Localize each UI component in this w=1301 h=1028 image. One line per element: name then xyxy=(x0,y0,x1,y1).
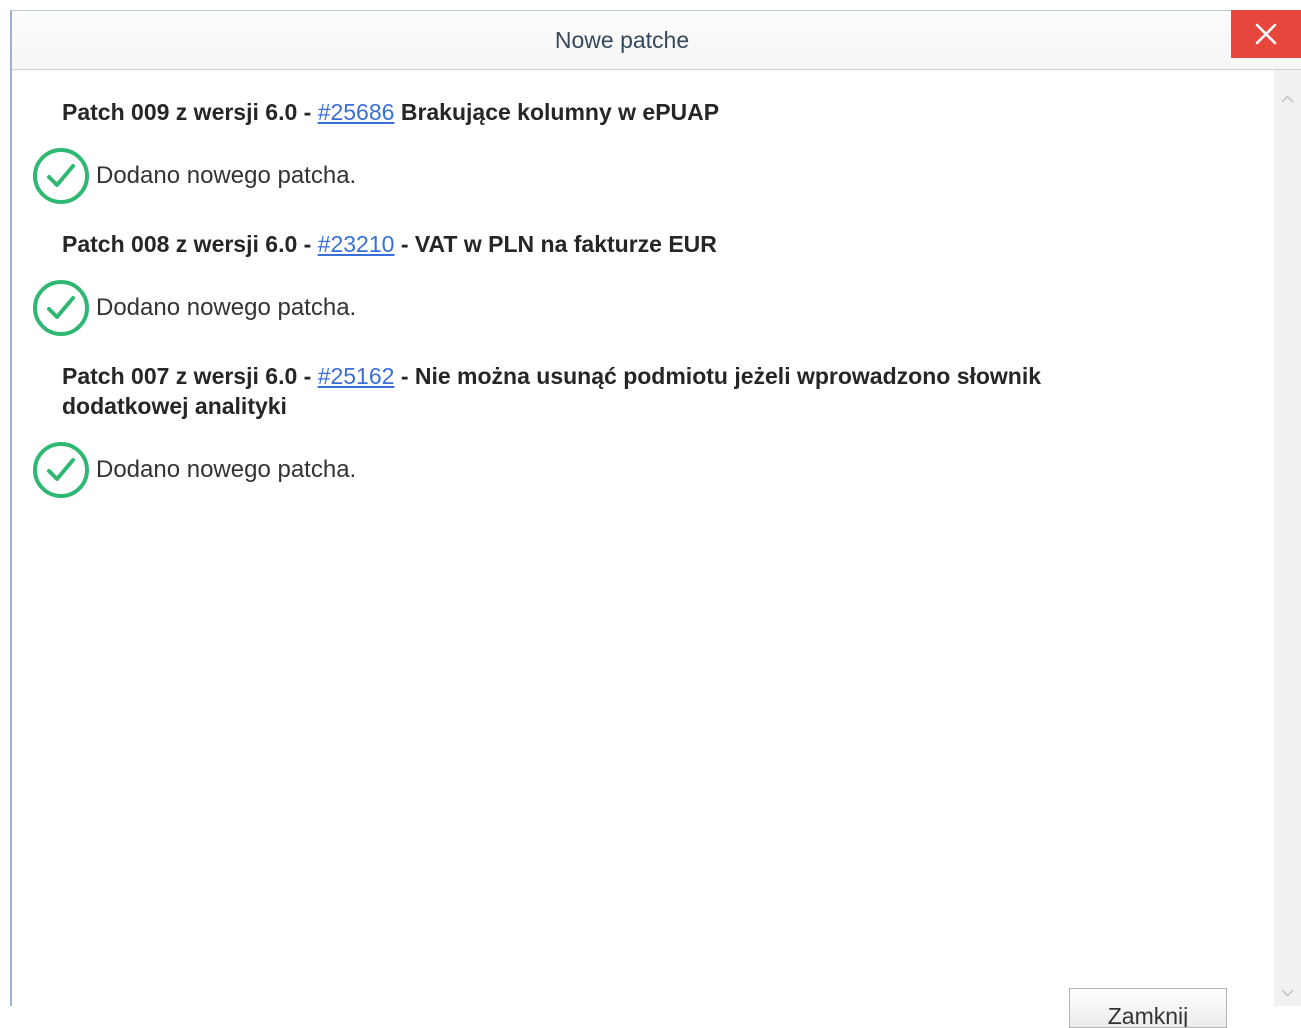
patch-title: Patch 008 z wersji 6.0 - #23210 - VAT w … xyxy=(62,229,1172,259)
dialog-title: Nowe patche xyxy=(554,27,690,53)
patch-title-prefix: Patch 008 z wersji 6.0 - xyxy=(62,231,318,257)
patch-list: Patch 009 z wersji 6.0 - #25686 Brakując… xyxy=(12,70,1274,1028)
close-dialog-button[interactable]: Zamknij xyxy=(1069,988,1227,1028)
patch-item: Patch 008 z wersji 6.0 - #23210 - VAT w … xyxy=(62,229,1172,259)
status-text: Dodano nowego patcha. xyxy=(96,162,357,189)
dialog-window: Nowe patche Patch 009 z wersji 6.0 - #25… xyxy=(10,10,1301,1028)
chevron-down-icon[interactable] xyxy=(1280,985,1295,1000)
patch-status: Dodano nowego patcha. xyxy=(32,441,356,499)
check-circle-icon xyxy=(33,280,89,336)
patch-title-description: - VAT w PLN na fakturze EUR xyxy=(394,231,717,257)
title-bar: Nowe patche xyxy=(12,10,1301,70)
patch-item: Patch 007 z wersji 6.0 - #25162 - Nie mo… xyxy=(62,361,1172,421)
status-text: Dodano nowego patcha. xyxy=(96,294,357,321)
check-circle-icon xyxy=(33,148,89,204)
ticket-link[interactable]: #23210 xyxy=(318,231,395,257)
patch-title: Patch 009 z wersji 6.0 - #25686 Brakując… xyxy=(62,97,1172,127)
ticket-link[interactable]: #25162 xyxy=(318,363,395,389)
patch-status: Dodano nowego patcha. xyxy=(32,279,356,337)
patch-title-prefix: Patch 007 z wersji 6.0 - xyxy=(62,363,318,389)
patch-status: Dodano nowego patcha. xyxy=(32,147,356,205)
patch-title-description: Brakujące kolumny w ePUAP xyxy=(394,99,720,125)
patch-title: Patch 007 z wersji 6.0 - #25162 - Nie mo… xyxy=(62,361,1172,421)
vertical-scrollbar[interactable] xyxy=(1274,70,1301,1006)
patch-title-prefix: Patch 009 z wersji 6.0 - xyxy=(62,99,318,125)
status-text: Dodano nowego patcha. xyxy=(96,456,357,483)
ticket-link[interactable]: #25686 xyxy=(318,99,395,125)
close-button[interactable] xyxy=(1231,10,1301,58)
chevron-up-icon[interactable] xyxy=(1280,92,1295,107)
patch-item: Patch 009 z wersji 6.0 - #25686 Brakując… xyxy=(62,97,1172,127)
close-icon xyxy=(1255,23,1277,45)
check-circle-icon xyxy=(33,442,89,498)
